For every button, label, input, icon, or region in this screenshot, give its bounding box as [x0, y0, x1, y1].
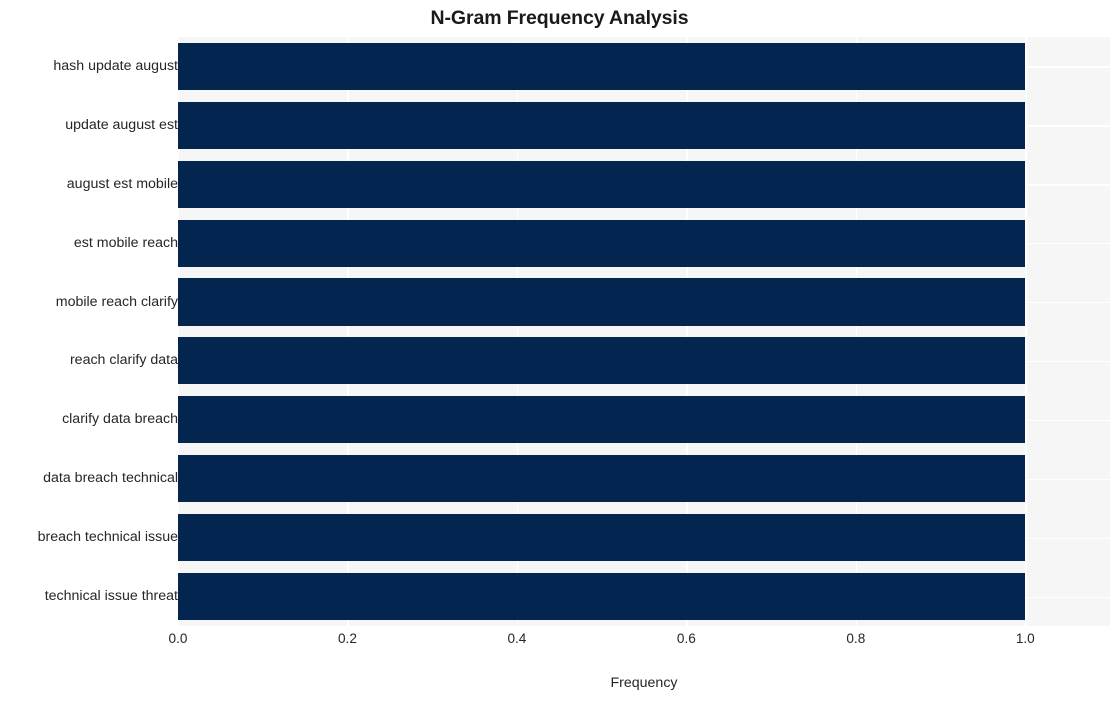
- y-axis-tick-label: hash update august: [53, 57, 178, 74]
- y-axis-tick-labels: hash update august update august est augus…: [0, 37, 178, 626]
- x-axis-tick-label: 1.0: [1015, 631, 1035, 646]
- bar[interactable]: [178, 278, 1026, 326]
- x-axis-tick-label: 0.8: [846, 631, 866, 646]
- y-axis-tick-label: est mobile reach: [73, 234, 178, 251]
- y-axis-tick-label: technical issue threat: [44, 588, 178, 605]
- chart-figure: N-Gram Frequency Analysis hash update au…: [0, 0, 1119, 701]
- x-axis-tick-label: 0.6: [676, 631, 696, 646]
- y-axis-tick-label: update august est: [65, 116, 178, 133]
- x-axis-label: Frequency: [610, 675, 678, 691]
- y-axis-tick-label: august est mobile: [66, 175, 178, 192]
- bar[interactable]: [178, 396, 1026, 444]
- y-axis-tick-label: data breach technical: [43, 470, 178, 487]
- x-axis-tick-label: 0.4: [507, 631, 527, 646]
- chart-title: N-Gram Frequency Analysis: [430, 7, 689, 29]
- y-axis-tick-label: breach technical issue: [37, 529, 178, 546]
- bar[interactable]: [178, 42, 1026, 90]
- bar[interactable]: [178, 514, 1026, 562]
- y-axis-tick-label: mobile reach clarify: [55, 293, 178, 310]
- x-axis-tick-labels: 0.0 0.2 0.4 0.6 0.8 1.0: [169, 630, 1110, 652]
- bar[interactable]: [178, 101, 1026, 149]
- x-axis-tick-label: 0.2: [338, 631, 357, 646]
- y-axis-tick-label: reach clarify data: [69, 352, 178, 369]
- bar[interactable]: [178, 160, 1026, 208]
- y-axis-tick-label: clarify data breach: [62, 411, 178, 428]
- bar[interactable]: [178, 572, 1026, 621]
- bar[interactable]: [178, 337, 1026, 385]
- plot-area: [178, 37, 1110, 626]
- bar[interactable]: [178, 219, 1026, 267]
- bar[interactable]: [178, 455, 1026, 503]
- x-axis-tick-label: 0.0: [168, 631, 188, 646]
